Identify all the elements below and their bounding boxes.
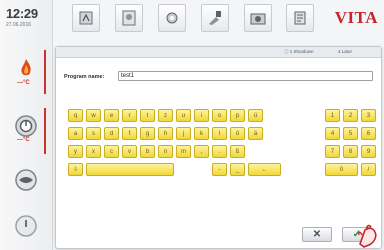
key-2-row1[interactable]: e <box>104 109 119 122</box>
backspace-key[interactable]: ← <box>248 163 281 176</box>
close-icon: ✕ <box>312 229 322 240</box>
key-1-row3[interactable]: x <box>86 145 101 158</box>
key-0-row1[interactable]: q <box>68 109 83 122</box>
key-5-row2[interactable]: h <box>158 127 173 140</box>
key-7-row1[interactable]: i <box>194 109 209 122</box>
num-key-6[interactable]: 6 <box>361 127 376 140</box>
key-4-row2[interactable]: g <box>140 127 155 140</box>
key-10-row1[interactable]: ü <box>248 109 263 122</box>
key-8-row3[interactable]: . <box>212 145 227 158</box>
key-4-row3[interactable]: b <box>140 145 155 158</box>
key-8-row1[interactable]: o <box>212 109 227 122</box>
num-key-8[interactable]: 8 <box>343 145 358 158</box>
dialog-tab-2[interactable]: 4 Lator <box>338 49 352 54</box>
key-10-row2[interactable]: ä <box>248 127 263 140</box>
shift-key[interactable]: ⇩ <box>68 163 83 176</box>
tool-camera-icon[interactable] <box>244 4 272 32</box>
num-key-5[interactable]: 5 <box>343 127 358 140</box>
key-row4-1[interactable]: _ <box>230 163 245 176</box>
key-1-row2[interactable]: s <box>86 127 101 140</box>
flame-icon[interactable] <box>14 56 38 80</box>
pointer-hand-icon <box>358 224 377 248</box>
key-row4-0[interactable]: - <box>212 163 227 176</box>
key-4-row1[interactable]: t <box>140 109 155 122</box>
key-0-row3[interactable]: y <box>68 145 83 158</box>
num-key-3[interactable]: 3 <box>361 109 376 122</box>
key-2-row2[interactable]: d <box>104 127 119 140</box>
tool-tools-icon[interactable] <box>201 4 229 32</box>
key-8-row2[interactable]: l <box>212 127 227 140</box>
num-key-0[interactable]: 0 <box>325 163 358 176</box>
key-0-row2[interactable]: a <box>68 127 83 140</box>
key-9-row2[interactable]: ö <box>230 127 245 140</box>
dialog-tab-1[interactable]: ⓘ 1 Shutdown <box>284 49 314 55</box>
key-9-row3[interactable]: ß <box>230 145 245 158</box>
program-name-label: Program name: <box>64 74 105 80</box>
num-key-1[interactable]: 1 <box>325 109 340 122</box>
rail-accent-bar <box>44 50 46 94</box>
key-6-row1[interactable]: u <box>176 109 191 122</box>
num-key-2[interactable]: 2 <box>343 109 358 122</box>
key-3-row2[interactable]: f <box>122 127 137 140</box>
program-name-input[interactable]: test1 <box>118 71 373 81</box>
key-9-row1[interactable]: p <box>230 109 245 122</box>
brand-logo: VITA <box>334 8 378 27</box>
key-5-row1[interactable]: z <box>158 109 173 122</box>
clock-time: 12:29 <box>6 6 38 21</box>
num-key-4[interactable]: 4 <box>325 127 340 140</box>
dial-icon[interactable] <box>14 114 38 138</box>
key-3-row3[interactable]: v <box>122 145 137 158</box>
left-rail: 12:29 27.06.2016 —°C —°C <box>0 0 53 250</box>
rail-accent-bar-2 <box>44 108 46 154</box>
top-toolbar: VITA <box>52 0 384 48</box>
power-icon[interactable] <box>14 214 38 238</box>
key-6-row2[interactable]: j <box>176 127 191 140</box>
tool-program-icon[interactable] <box>72 4 100 32</box>
key-6-row3[interactable]: m <box>176 145 191 158</box>
num-key-9[interactable]: 9 <box>361 145 376 158</box>
tool-service-icon[interactable] <box>286 4 314 32</box>
cooling-icon[interactable] <box>14 168 38 192</box>
program-name-dialog: ⓘ 1 Shutdown 4 Lator Program name: test1… <box>55 46 382 249</box>
cancel-button[interactable]: ✕ <box>302 227 332 242</box>
tool-settings-icon[interactable] <box>158 4 186 32</box>
tool-oven-icon[interactable] <box>115 4 143 32</box>
temp-unit-label-2: —°C <box>17 137 30 143</box>
temp-unit-label: —°C <box>17 80 30 86</box>
key-7-row3[interactable]: , <box>194 145 209 158</box>
clock-date: 27.06.2016 <box>6 22 32 28</box>
key-2-row3[interactable]: c <box>104 145 119 158</box>
key-5-row3[interactable]: n <box>158 145 173 158</box>
dialog-header: ⓘ 1 Shutdown 4 Lator <box>56 47 381 58</box>
key-3-row1[interactable]: r <box>122 109 137 122</box>
num-key-7[interactable]: 7 <box>325 145 340 158</box>
key-7-row2[interactable]: k <box>194 127 209 140</box>
clock: 12:29 27.06.2016 <box>6 6 38 28</box>
space-key[interactable] <box>86 163 174 176</box>
key-1-row1[interactable]: w <box>86 109 101 122</box>
num-key-slash[interactable]: / <box>361 163 376 176</box>
